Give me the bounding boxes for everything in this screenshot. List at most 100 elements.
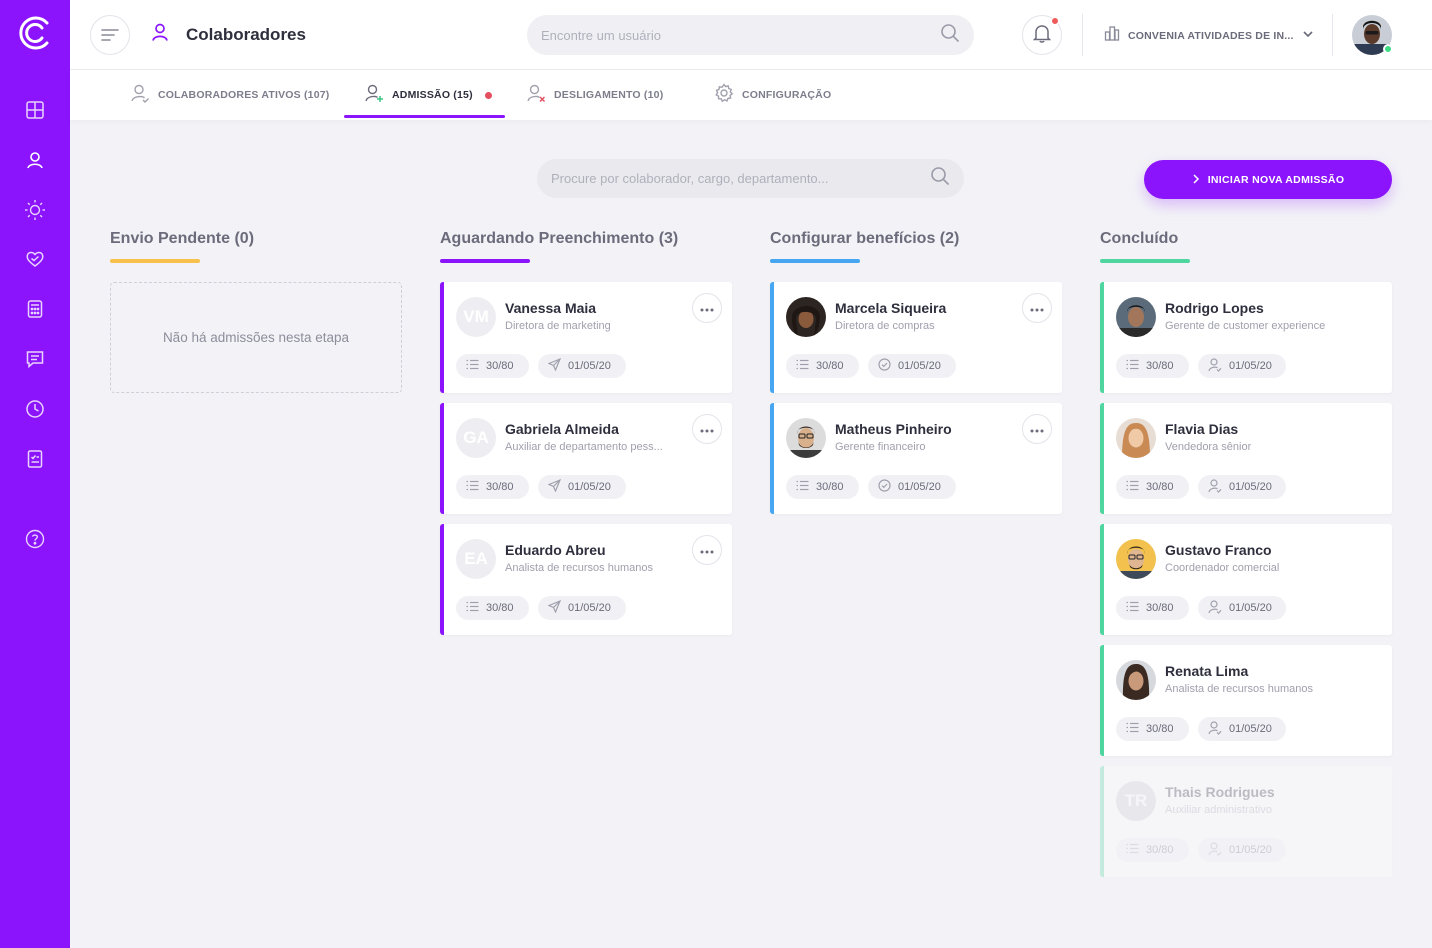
user-check-icon (1208, 720, 1222, 738)
employee-card[interactable]: GA Gabriela Almeida Auxiliar de departam… (440, 403, 732, 514)
check-circle-icon (878, 479, 891, 495)
completed-date: 01/05/20 (1229, 723, 1272, 735)
sun-icon[interactable] (22, 197, 48, 223)
column-awaiting: Aguardando Preenchimento (3) VM Vanessa … (440, 230, 732, 635)
user-search-input[interactable] (541, 27, 940, 43)
progress-pill: 30/80 (456, 354, 529, 378)
alert-dot (484, 91, 492, 99)
more-options-button[interactable] (1022, 293, 1052, 323)
search-icon[interactable] (930, 166, 950, 191)
user-check-icon (1208, 841, 1222, 859)
column-accent-bar (440, 259, 530, 263)
employee-card[interactable]: Rodrigo Lopes Gerente de customer experi… (1100, 282, 1392, 393)
more-options-button[interactable] (692, 535, 722, 565)
more-options-button[interactable] (692, 293, 722, 323)
page-title-area: Colaboradores (150, 22, 306, 47)
checklist-icon (1126, 480, 1139, 494)
completed-date: 01/05/20 (1229, 602, 1272, 614)
employee-card[interactable]: Flavia Dias Vendedora sênior 30/80 01/05… (1100, 403, 1392, 514)
more-dots-icon (1030, 420, 1044, 438)
tab-label: CONFIGURAÇÃO (742, 89, 832, 101)
employee-card[interactable]: TR Thais Rodrigues Auxiliar administrati… (1100, 766, 1392, 877)
convenia-logo-icon[interactable] (16, 14, 54, 52)
date-pill: 01/05/20 (1198, 475, 1286, 499)
column-title: Configurar benefícios (2) (770, 230, 960, 247)
employee-name: Flavia Dias (1165, 421, 1239, 437)
progress-count: 30/80 (1146, 602, 1174, 614)
user-check-icon (1208, 357, 1222, 375)
employee-role: Vendedora sênior (1165, 441, 1252, 453)
bell-icon (1032, 23, 1052, 48)
employee-card[interactable]: VM Vanessa Maia Diretora de marketing 30… (440, 282, 732, 393)
user-add-icon (364, 83, 384, 108)
tab-active-employees[interactable]: COLABORADORES ATIVOS (107) (130, 70, 329, 120)
active-tab-indicator (344, 115, 505, 118)
empty-state: Não há admissões nesta etapa (110, 282, 402, 393)
more-options-button[interactable] (692, 414, 722, 444)
employee-card[interactable]: Marcela Siqueira Diretora de compras 30/… (770, 282, 1062, 393)
user-avatar[interactable] (1352, 15, 1393, 55)
help-icon[interactable] (22, 526, 48, 552)
date-pill: 01/05/20 (1198, 596, 1286, 620)
board-search-bar (537, 159, 964, 198)
date-pill: 01/05/20 (538, 354, 626, 378)
chat-icon[interactable] (22, 346, 48, 372)
employee-card[interactable]: Matheus Pinheiro Gerente financeiro 30/8… (770, 403, 1062, 514)
tab-dismissal[interactable]: DESLIGAMENTO (10) (526, 70, 663, 120)
avatar-initials: VM (456, 297, 496, 337)
employee-role: Analista de recursos humanos (505, 562, 653, 574)
start-admission-button[interactable]: INICIAR NOVA ADMISSÃO (1144, 160, 1392, 199)
header-divider (1082, 14, 1083, 56)
completed-date: 01/05/20 (1229, 481, 1272, 493)
report-icon[interactable] (22, 446, 48, 472)
company-selector[interactable]: CONVENIA ATIVIDADES DE IN... (1104, 25, 1314, 46)
progress-pill: 30/80 (456, 475, 529, 499)
search-icon[interactable] (940, 23, 960, 48)
notification-badge (1051, 17, 1059, 25)
progress-pill: 30/80 (786, 475, 859, 499)
more-dots-icon (700, 299, 714, 317)
user-icon[interactable] (22, 147, 48, 173)
column-accent-bar (770, 259, 860, 263)
progress-count: 30/80 (1146, 844, 1174, 856)
dashboard-icon[interactable] (22, 97, 48, 123)
employee-role: Diretora de compras (835, 320, 935, 332)
employee-role: Coordenador comercial (1165, 562, 1280, 574)
sent-date: 01/05/20 (568, 360, 611, 372)
employee-role: Gerente de customer experience (1165, 320, 1326, 332)
header-divider (1332, 14, 1333, 56)
employee-name: Rodrigo Lopes (1165, 300, 1264, 316)
heart-icon[interactable] (22, 246, 48, 272)
employee-card[interactable]: Gustavo Franco Coordenador comercial 30/… (1100, 524, 1392, 635)
employee-name: Eduardo Abreu (505, 542, 606, 558)
employee-card[interactable]: EA Eduardo Abreu Analista de recursos hu… (440, 524, 732, 635)
employee-name: Gabriela Almeida (505, 421, 619, 437)
column-title: Concluído (1100, 230, 1179, 247)
checklist-icon (1126, 601, 1139, 615)
employee-photo (786, 418, 826, 458)
empty-state-text: Não há admissões nesta etapa (162, 330, 350, 345)
submitted-date: 01/05/20 (898, 481, 941, 493)
progress-count: 30/80 (1146, 360, 1174, 372)
employee-card[interactable]: Renata Lima Analista de recursos humanos… (1100, 645, 1392, 756)
company-name: CONVENIA ATIVIDADES DE IN... (1128, 29, 1294, 42)
tab-admission[interactable]: ADMISSÃO (15) (364, 70, 492, 120)
tab-settings[interactable]: CONFIGURAÇÃO (714, 70, 831, 120)
menu-toggle-button[interactable] (90, 15, 130, 55)
board-search-input[interactable] (551, 171, 930, 186)
progress-count: 30/80 (486, 602, 514, 614)
employee-photo (1116, 297, 1156, 337)
employee-photo (1116, 539, 1156, 579)
employee-name: Vanessa Maia (505, 300, 597, 316)
date-pill: 01/05/20 (1198, 838, 1286, 862)
employee-role: Auxiliar administrativo (1165, 804, 1272, 816)
more-dots-icon (1030, 299, 1044, 317)
notifications-button[interactable] (1022, 15, 1062, 55)
progress-pill: 30/80 (1116, 475, 1189, 499)
clock-icon[interactable] (22, 396, 48, 422)
completed-date: 01/05/20 (1229, 360, 1272, 372)
checklist-icon (466, 601, 479, 615)
calculator-icon[interactable] (22, 296, 48, 322)
checklist-icon (1126, 359, 1139, 373)
more-options-button[interactable] (1022, 414, 1052, 444)
